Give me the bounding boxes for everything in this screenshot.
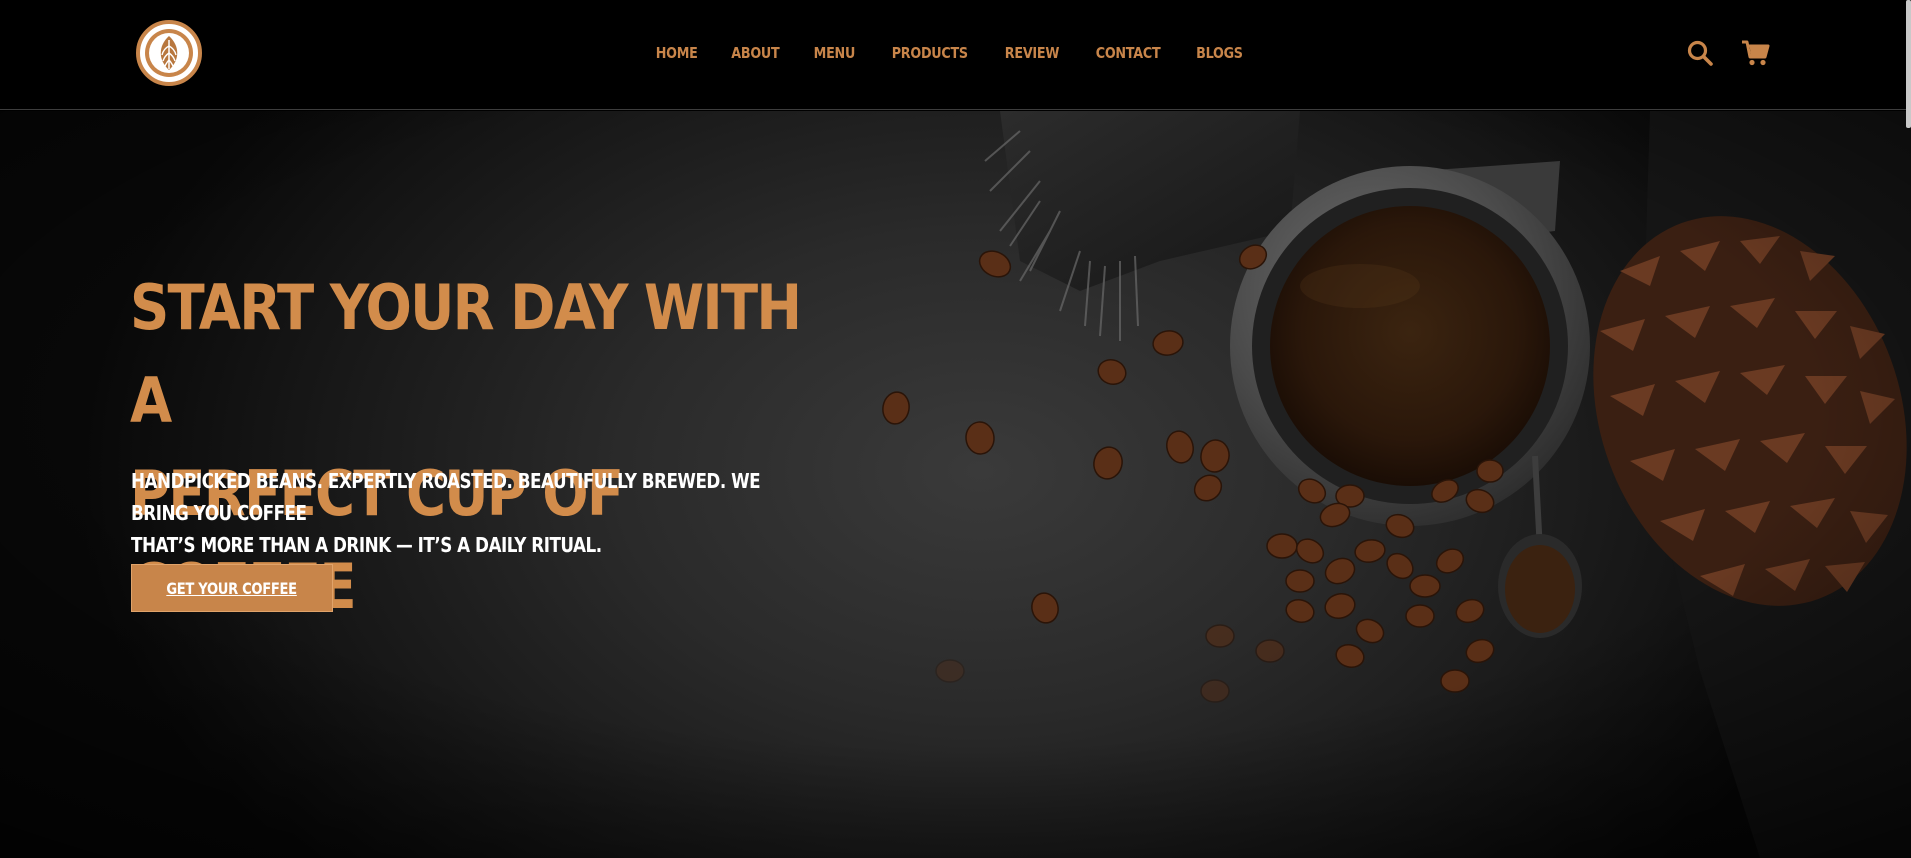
- cart-button[interactable]: [1739, 36, 1773, 70]
- nav-about[interactable]: ABOUT: [731, 44, 779, 62]
- search-button[interactable]: [1683, 36, 1717, 70]
- hero-title-line-1: START YOUR DAY WITH A: [130, 271, 802, 437]
- main-nav: HOME ABOUT MENU PRODUCTS REVIEW CONTACT …: [0, 0, 1911, 106]
- nav-review[interactable]: REVIEW: [1005, 44, 1060, 62]
- nav-products[interactable]: PRODUCTS: [891, 44, 967, 62]
- cta-label: GET YOUR COFFEE: [166, 578, 298, 598]
- page: HOME ABOUT MENU PRODUCTS REVIEW CONTACT …: [0, 0, 1911, 858]
- nav-contact[interactable]: CONTACT: [1096, 44, 1161, 62]
- search-icon: [1687, 40, 1713, 66]
- hero-section: START YOUR DAY WITH A PERFECT CUP OF COF…: [0, 111, 1911, 858]
- cart-icon: [1742, 40, 1770, 66]
- hero-subtitle-line-1: HANDPICKED BEANS. EXPERTLY ROASTED. BEAU…: [131, 469, 761, 525]
- nav-menu[interactable]: MENU: [814, 44, 856, 62]
- get-your-coffee-button[interactable]: GET YOUR COFFEE: [131, 564, 333, 612]
- nav-home[interactable]: HOME: [656, 44, 698, 62]
- hero-subtitle: HANDPICKED BEANS. EXPERTLY ROASTED. BEAU…: [131, 465, 820, 561]
- page-scrollbar[interactable]: [1906, 0, 1911, 128]
- site-header: HOME ABOUT MENU PRODUCTS REVIEW CONTACT …: [0, 0, 1911, 110]
- hero-subtitle-line-2: THAT’S MORE THAN A DRINK — IT’S A DAILY …: [131, 533, 602, 557]
- nav-blogs[interactable]: BLOGS: [1196, 44, 1243, 62]
